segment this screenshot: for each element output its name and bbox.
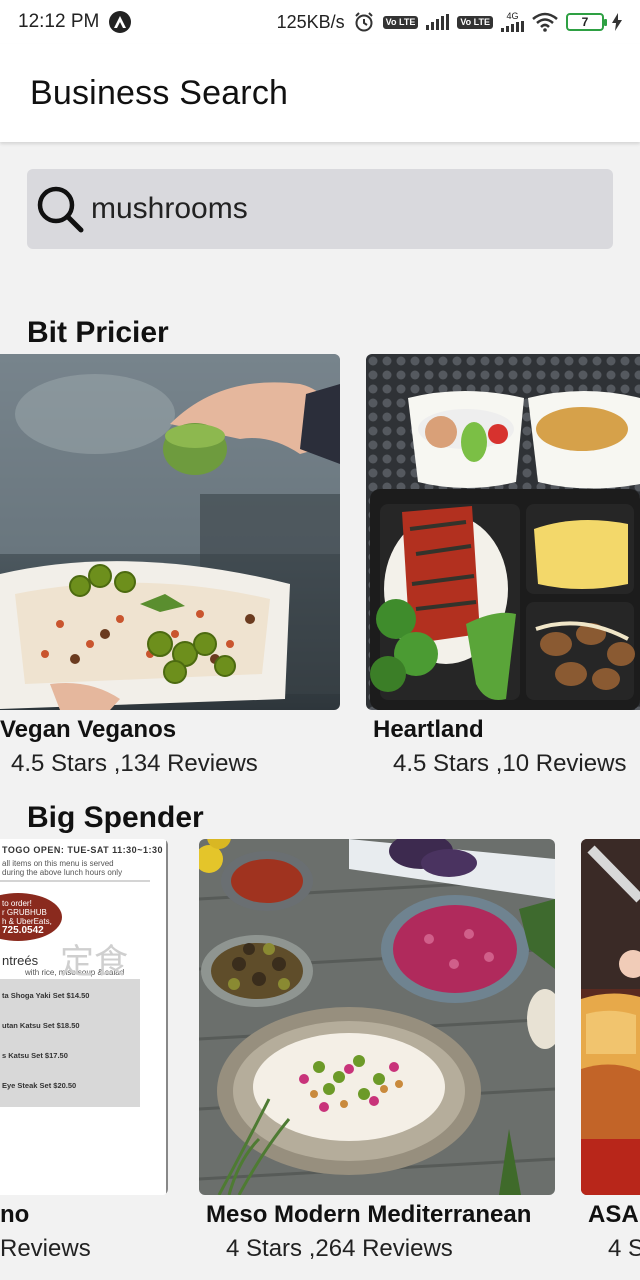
menu-item-1: ta Shoga Yaki Set $14.50 [2, 991, 90, 1000]
business-card-meso-modern-mediterranean[interactable]: Meso Modern Mediterranean 4 Stars ,264 R… [199, 839, 555, 1269]
business-card-partial-left[interactable]: TOGO OPEN: TUE-SAT 11:30~1:30 all items … [0, 839, 170, 1269]
wifi-icon [532, 12, 558, 32]
business-image[interactable] [581, 839, 640, 1195]
business-rating-reviews: 4.5 Stars ,10 Reviews [393, 750, 627, 777]
business-image[interactable] [199, 839, 555, 1195]
business-name[interactable]: Vegan Veganos [0, 716, 176, 744]
menu-note-2: during the above lunch hours only [2, 868, 123, 877]
status-bar: 12:12 PM 125KB/s Vo LTE Vo LTE 4G 7 [0, 0, 640, 44]
status-time: 12:12 PM [18, 11, 100, 32]
battery-icon: 7 [566, 13, 607, 31]
business-image[interactable] [366, 354, 640, 710]
search-bar[interactable] [27, 169, 613, 249]
business-card-vegan-veganos[interactable]: Vegan Veganos 4.5 Stars ,134 Reviews [0, 354, 340, 784]
business-name[interactable]: no [0, 1201, 29, 1229]
menu-order-2: r GRUBHUB [2, 908, 47, 917]
network-type-indicator: 4G [501, 12, 524, 32]
status-left: 12:12 PM [18, 11, 132, 33]
volte-icon-2: Vo LTE [457, 15, 493, 29]
network-speed: 125KB/s [276, 11, 345, 32]
business-rating-reviews: 4.5 Stars ,134 Reviews [11, 750, 258, 777]
search-icon[interactable] [33, 182, 87, 236]
business-rating-reviews: 4 Stars ,264 Reviews [226, 1235, 453, 1262]
menu-order-1: to order! [2, 899, 32, 908]
business-name[interactable]: Heartland [373, 716, 484, 744]
menu-note-1: all items on this menu is served [2, 859, 114, 868]
app-notification-icon [109, 11, 132, 33]
business-name[interactable]: Meso Modern Mediterranean [206, 1201, 531, 1229]
business-image-menu[interactable]: TOGO OPEN: TUE-SAT 11:30~1:30 all items … [0, 839, 168, 1195]
volte-icon: Vo LTE [382, 15, 419, 29]
signal-icon [426, 14, 450, 30]
app-header: Business Search [0, 44, 640, 142]
business-card-heartland[interactable]: Heartland 4.5 Stars ,10 Reviews [366, 354, 640, 784]
search-input[interactable] [91, 192, 571, 226]
menu-item-4: Eye Steak Set $20.50 [2, 1081, 77, 1090]
app-screen: 12:12 PM 125KB/s Vo LTE Vo LTE 4G 7 Busi… [0, 0, 640, 1280]
business-image[interactable] [0, 354, 340, 710]
business-rating-reviews: 4 S [608, 1235, 640, 1262]
status-right: 125KB/s Vo LTE Vo LTE 4G 7 [277, 11, 622, 33]
menu-header-text: TOGO OPEN: TUE-SAT 11:30~1:30 [2, 845, 163, 855]
signal-icon-2 [501, 21, 524, 32]
menu-phone: 725.0542 [2, 925, 44, 936]
menu-kanji: 定食 [60, 943, 128, 981]
charging-icon [612, 13, 622, 31]
section-title-bit-pricier: Bit Pricier [27, 316, 169, 349]
menu-item-2: utan Katsu Set $18.50 [2, 1021, 80, 1030]
business-name[interactable]: ASA [588, 1201, 639, 1229]
section-title-big-spender: Big Spender [27, 801, 204, 834]
menu-item-3: s Katsu Set $17.50 [2, 1051, 68, 1060]
network-type-label: 4G [506, 11, 519, 21]
business-card-partial-right[interactable]: ASA 4 S [581, 839, 640, 1269]
alarm-icon [353, 11, 375, 33]
battery-level: 7 [581, 15, 589, 29]
menu-entrees-heading: ntreés [2, 953, 39, 968]
page-title: Business Search [30, 73, 289, 112]
business-rating-reviews: Reviews [0, 1235, 91, 1262]
